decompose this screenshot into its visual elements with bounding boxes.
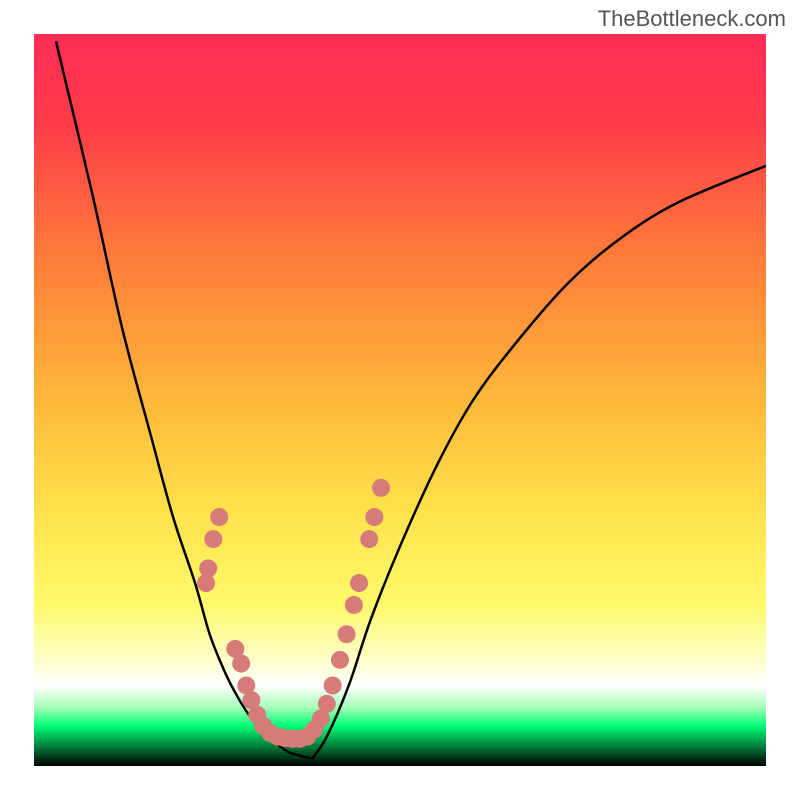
- data-point: [360, 530, 378, 548]
- data-point: [318, 695, 336, 713]
- data-point: [372, 479, 390, 497]
- data-point: [331, 651, 349, 669]
- data-point: [345, 596, 363, 614]
- data-point: [232, 655, 250, 673]
- data-point: [210, 508, 228, 526]
- data-point: [365, 508, 383, 526]
- data-point: [324, 676, 342, 694]
- data-point: [204, 530, 222, 548]
- curve-right-branch: [312, 166, 766, 759]
- data-point: [350, 574, 368, 592]
- data-point: [338, 625, 356, 643]
- curve-left-branch: [56, 41, 312, 758]
- data-point-group: [197, 479, 390, 748]
- data-point: [199, 559, 217, 577]
- curve-layer: [34, 34, 766, 766]
- plot-area: [34, 34, 766, 766]
- watermark: TheBottleneck.com: [598, 6, 786, 32]
